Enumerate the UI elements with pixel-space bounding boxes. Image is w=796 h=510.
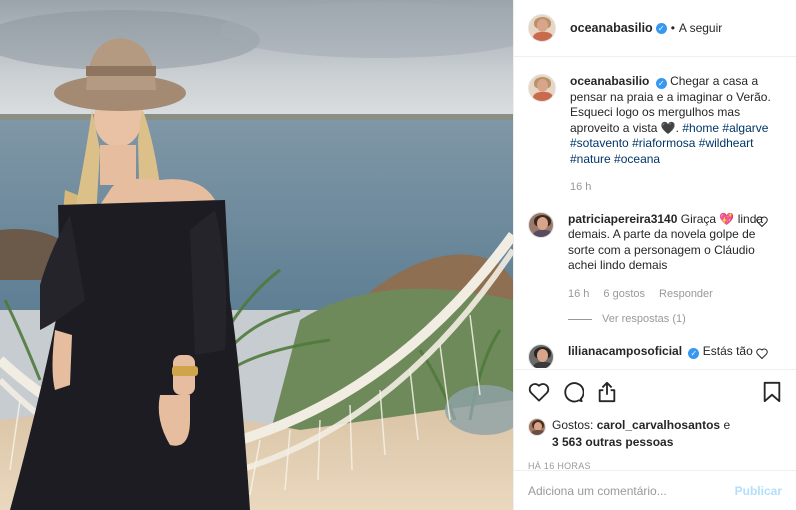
- following-button[interactable]: A seguir: [679, 21, 722, 35]
- liker-avatar[interactable]: [528, 418, 546, 436]
- comment-item: patriciapereira3140 Giraça 💖 linda demai…: [528, 211, 782, 328]
- likes-others-link[interactable]: 3 563 outras pessoas: [552, 435, 673, 449]
- hashtag-nature[interactable]: #nature: [570, 152, 611, 166]
- share-icon[interactable]: [596, 381, 618, 403]
- comment-likes[interactable]: 6 gostos: [603, 287, 645, 303]
- author-username[interactable]: oceanabasilio: [570, 21, 653, 35]
- likes-summary: Gostos: carol_carvalhosantos e 3 563 out…: [528, 417, 782, 451]
- comment-username[interactable]: patriciapereira3140: [568, 212, 677, 226]
- replies-divider: [568, 319, 592, 321]
- commenter-avatar[interactable]: [528, 211, 554, 238]
- comment-like-heart-icon[interactable]: [756, 216, 768, 227]
- comments-list[interactable]: oceanabasilio ✓ Chegar a casa a pensar n…: [514, 58, 796, 368]
- caption-meta: 16 h: [570, 180, 782, 196]
- comment-time[interactable]: 16 h: [568, 287, 589, 303]
- hashtag-wildheart[interactable]: #wildheart: [699, 136, 754, 150]
- hashtag-sotavento[interactable]: #sotavento: [570, 136, 629, 150]
- verified-badge-icon: ✓: [655, 22, 667, 34]
- bookmark-icon[interactable]: [762, 381, 782, 403]
- header-separator: •: [670, 21, 675, 35]
- post-header: oceanabasilio ✓ • A seguir: [514, 0, 796, 57]
- publish-button[interactable]: Publicar: [735, 484, 782, 498]
- post-photo[interactable]: [0, 0, 513, 510]
- comment-body: patriciapereira3140 Giraça 💖 linda demai…: [568, 212, 782, 328]
- likes-connector: e: [723, 418, 731, 432]
- add-comment-bar: Publicar: [514, 470, 796, 510]
- liker-username[interactable]: carol_carvalhosantos: [597, 418, 720, 432]
- verified-badge-icon: ✓: [655, 78, 667, 89]
- caption-author-avatar[interactable]: [528, 74, 556, 102]
- hashtag-oceana[interactable]: #oceana: [614, 152, 660, 166]
- reply-button[interactable]: Responder: [659, 287, 713, 303]
- caption-time[interactable]: 16 h: [570, 180, 591, 196]
- caption-body: oceanabasilio ✓ Chegar a casa a pensar n…: [570, 74, 782, 196]
- comment-username[interactable]: lilianacamposoficial: [568, 344, 682, 358]
- action-icons-row: [528, 380, 782, 404]
- author-avatar[interactable]: [528, 14, 556, 42]
- post-side-panel: oceanabasilio ✓ • A seguir oceanabasilio…: [513, 0, 796, 510]
- author-info: oceanabasilio ✓ • A seguir: [570, 21, 722, 35]
- comment-input[interactable]: [528, 483, 735, 498]
- hashtag-home[interactable]: #home: [682, 121, 719, 135]
- hashtag-riaformosa[interactable]: #riaformosa: [632, 136, 695, 150]
- view-replies-label: Ver respostas (1): [602, 313, 686, 325]
- heart-icon[interactable]: [528, 382, 550, 402]
- caption-username[interactable]: oceanabasilio: [570, 74, 649, 88]
- hashtag-algarve[interactable]: #algarve: [722, 121, 768, 135]
- beach-photo-illustration: [0, 0, 513, 510]
- view-replies-button[interactable]: Ver respostas (1): [568, 312, 764, 328]
- likes-text: Gostos: carol_carvalhosantos e 3 563 out…: [552, 417, 730, 451]
- instagram-post: oceanabasilio ✓ • A seguir oceanabasilio…: [0, 0, 796, 510]
- comment-text: Estás tão: [702, 343, 753, 358]
- comment-meta: 16 h 6 gostos Responder: [568, 287, 764, 303]
- comment-item: lilianacamposoficial ✓ Estás tão: [528, 343, 782, 369]
- comment-body: lilianacamposoficial ✓ Estás tão: [568, 344, 782, 369]
- verified-badge-icon: ✓: [688, 347, 700, 359]
- post-actions: Gostos: carol_carvalhosantos e 3 563 out…: [514, 369, 796, 471]
- commenter-avatar[interactable]: [528, 343, 554, 368]
- comment-bubble-icon[interactable]: [562, 381, 584, 403]
- comment-like-heart-icon[interactable]: [756, 348, 768, 359]
- likes-prefix: Gostos:: [552, 418, 594, 432]
- caption: oceanabasilio ✓ Chegar a casa a pensar n…: [528, 74, 782, 196]
